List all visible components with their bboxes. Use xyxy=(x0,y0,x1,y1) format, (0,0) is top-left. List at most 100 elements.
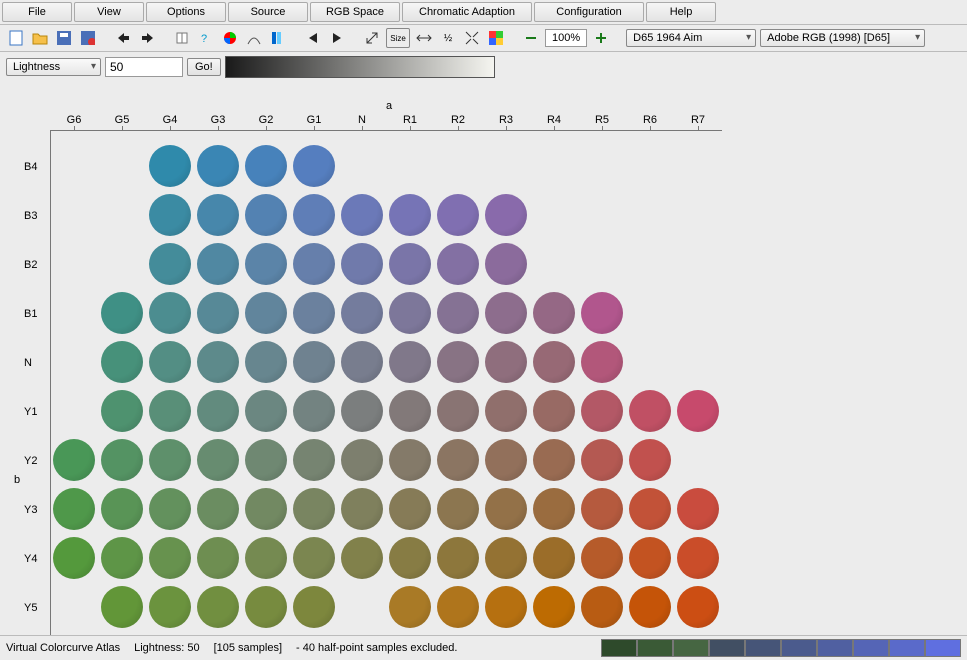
color-swatch[interactable] xyxy=(293,194,335,236)
color-swatch[interactable] xyxy=(629,390,671,432)
color-swatch[interactable] xyxy=(197,292,239,334)
color-swatch[interactable] xyxy=(197,390,239,432)
color-swatch[interactable] xyxy=(53,488,95,530)
color-swatch[interactable] xyxy=(677,586,719,628)
color-swatch[interactable] xyxy=(485,439,527,481)
color-swatch[interactable] xyxy=(149,390,191,432)
color-swatch[interactable] xyxy=(677,488,719,530)
color-swatch[interactable] xyxy=(437,243,479,285)
color-swatch[interactable] xyxy=(389,488,431,530)
color-swatch[interactable] xyxy=(485,194,527,236)
color-swatch[interactable] xyxy=(245,390,287,432)
half-icon[interactable]: ½ xyxy=(438,28,458,48)
color-swatch[interactable] xyxy=(485,390,527,432)
strip-swatch[interactable] xyxy=(889,639,925,657)
strip-swatch[interactable] xyxy=(781,639,817,657)
color-swatch[interactable] xyxy=(437,390,479,432)
menu-view[interactable]: View xyxy=(74,2,144,22)
strip-swatch[interactable] xyxy=(709,639,745,657)
color-swatch[interactable] xyxy=(341,390,383,432)
color-swatch[interactable] xyxy=(389,243,431,285)
color-swatch[interactable] xyxy=(149,488,191,530)
menu-chromatic[interactable]: Chromatic Adaption xyxy=(402,2,532,22)
color-swatch[interactable] xyxy=(149,537,191,579)
menu-help[interactable]: Help xyxy=(646,2,716,22)
strip-swatch[interactable] xyxy=(853,639,889,657)
color-swatch[interactable] xyxy=(581,292,623,334)
color-swatch[interactable] xyxy=(389,194,431,236)
color-swatch[interactable] xyxy=(389,439,431,481)
export-arrow-icon[interactable] xyxy=(137,28,157,48)
color-swatch[interactable] xyxy=(53,439,95,481)
menu-rgbspace[interactable]: RGB Space xyxy=(310,2,400,22)
color-swatch[interactable] xyxy=(293,439,335,481)
book-icon[interactable] xyxy=(172,28,192,48)
color-swatch[interactable] xyxy=(533,341,575,383)
new-icon[interactable] xyxy=(6,28,26,48)
color-swatch[interactable] xyxy=(101,390,143,432)
color-swatch[interactable] xyxy=(677,537,719,579)
resize-diag-icon[interactable] xyxy=(362,28,382,48)
go-button[interactable]: Go! xyxy=(187,58,221,76)
color-swatch[interactable] xyxy=(293,537,335,579)
color-swatch[interactable] xyxy=(197,145,239,187)
color-swatch[interactable] xyxy=(293,243,335,285)
help-cursor-icon[interactable]: ? xyxy=(196,28,216,48)
color-swatch[interactable] xyxy=(101,292,143,334)
color-swatch[interactable] xyxy=(101,439,143,481)
color-swatch[interactable] xyxy=(245,243,287,285)
color-swatch[interactable] xyxy=(485,586,527,628)
color-swatch[interactable] xyxy=(581,341,623,383)
color-swatch[interactable] xyxy=(533,292,575,334)
color-swatch[interactable] xyxy=(389,586,431,628)
color-swatch[interactable] xyxy=(341,194,383,236)
color-swatch[interactable] xyxy=(245,194,287,236)
color-swatch[interactable] xyxy=(629,537,671,579)
color-swatch[interactable] xyxy=(677,390,719,432)
color-swatch[interactable] xyxy=(533,537,575,579)
color-swatch[interactable] xyxy=(533,488,575,530)
strip-swatch[interactable] xyxy=(925,639,961,657)
color-swatch[interactable] xyxy=(245,341,287,383)
axis-value-input[interactable] xyxy=(105,57,183,77)
color-swatch[interactable] xyxy=(101,488,143,530)
color-swatch[interactable] xyxy=(581,390,623,432)
color-swatch[interactable] xyxy=(341,488,383,530)
color-swatch[interactable] xyxy=(389,341,431,383)
lightness-gradient-bar[interactable] xyxy=(225,56,495,78)
color-swatch[interactable] xyxy=(533,586,575,628)
color-swatch[interactable] xyxy=(101,586,143,628)
prev-icon[interactable] xyxy=(303,28,323,48)
color-swatch[interactable] xyxy=(389,537,431,579)
color-swatch[interactable] xyxy=(245,439,287,481)
color-swatch[interactable] xyxy=(581,537,623,579)
color-swatch[interactable] xyxy=(341,292,383,334)
open-icon[interactable] xyxy=(30,28,50,48)
color-swatch[interactable] xyxy=(485,341,527,383)
color-swatch[interactable] xyxy=(149,194,191,236)
color-swatch[interactable] xyxy=(389,292,431,334)
fullscreen-icon[interactable] xyxy=(462,28,482,48)
color-square-icon[interactable] xyxy=(486,28,506,48)
color-wheel-icon[interactable] xyxy=(220,28,240,48)
color-swatch[interactable] xyxy=(437,537,479,579)
import-arrow-icon[interactable] xyxy=(113,28,133,48)
color-swatch[interactable] xyxy=(437,488,479,530)
color-swatch[interactable] xyxy=(293,341,335,383)
color-swatch[interactable] xyxy=(485,243,527,285)
menu-source[interactable]: Source xyxy=(228,2,308,22)
menu-configuration[interactable]: Configuration xyxy=(534,2,644,22)
strip-swatch[interactable] xyxy=(637,639,673,657)
strip-swatch[interactable] xyxy=(817,639,853,657)
rgbspace-combo[interactable]: Adobe RGB (1998) [D65] xyxy=(760,29,925,47)
color-swatch[interactable] xyxy=(533,390,575,432)
menu-file[interactable]: File xyxy=(2,2,72,22)
color-swatch[interactable] xyxy=(245,292,287,334)
strip-swatch[interactable] xyxy=(601,639,637,657)
save-icon[interactable] xyxy=(54,28,74,48)
color-swatch[interactable] xyxy=(293,586,335,628)
color-swatch[interactable] xyxy=(437,341,479,383)
color-swatch[interactable] xyxy=(437,586,479,628)
color-swatch[interactable] xyxy=(245,537,287,579)
axis-parameter-combo[interactable]: Lightness xyxy=(6,58,101,76)
